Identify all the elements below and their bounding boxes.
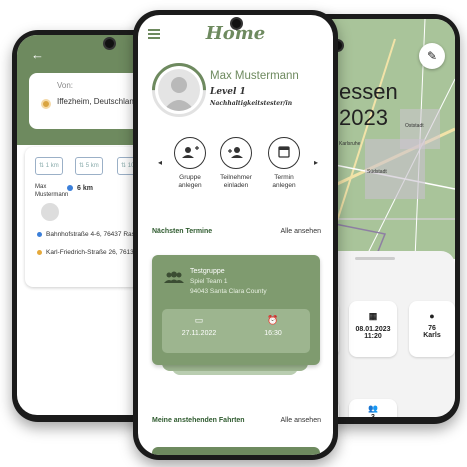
alarm-clock-icon: ⏰ <box>267 315 279 325</box>
appointment-card[interactable]: Testgruppe Spiel Team 1 94043 Santa Clar… <box>152 255 320 365</box>
filter-chip[interactable]: ⇅ 1 km <box>35 157 63 175</box>
avatar[interactable] <box>158 69 200 111</box>
next-appointments-heading: Nächsten Termine <box>152 228 213 235</box>
appointment-location: 94043 Santa Clara County <box>190 288 267 295</box>
filter-chip-label: 1 km <box>45 163 59 169</box>
filter-chip-label: 5 km <box>85 163 99 169</box>
see-all-appointments-link[interactable]: Alle ansehen <box>281 228 321 235</box>
map-label: Südstadt <box>367 169 387 175</box>
from-value: Iffezheim, Deutschland <box>57 97 139 106</box>
participants-tile: 👥 3 <box>349 399 397 417</box>
camera-icon <box>103 37 116 50</box>
action-label: Termin anlegen <box>272 174 296 189</box>
participant-count: 3 <box>349 414 397 417</box>
page-title: Home <box>205 23 266 44</box>
appointment-time: 16:30 <box>264 330 282 337</box>
distance-icon <box>67 185 73 191</box>
user-role: Nachhaltigkeitstester/in <box>210 100 293 107</box>
user-level: Level 1 <box>210 87 246 97</box>
sheet-handle[interactable] <box>355 257 395 260</box>
calendar-icon: ▭ <box>194 315 204 325</box>
map-label: Oststadt <box>405 123 424 129</box>
tile-date: 08.01.2023 11:20 <box>355 326 391 340</box>
pencil-icon: ✎ <box>426 49 438 63</box>
location-pin-icon <box>41 99 51 109</box>
middle-phone: Home Max Mustermann Level 1 Nachhaltigke… <box>133 10 338 460</box>
see-all-rides-link[interactable]: Alle ansehen <box>281 417 321 424</box>
user-name: Max Mustermann <box>210 70 299 82</box>
tile-location: 76 Karls <box>423 325 441 339</box>
filter-chip[interactable]: ⇅ 5 km <box>75 157 103 175</box>
sort-icon: ⇅ <box>39 163 46 169</box>
map-label: Karlsruhe <box>339 141 361 147</box>
appointment-date: 27.11.2022 <box>181 330 217 337</box>
location-pin-icon: ● <box>429 311 435 321</box>
rides-heading: Meine anstehenden Fahrten <box>152 417 245 424</box>
chevron-right-icon[interactable]: ▸ <box>314 158 318 167</box>
person-add-icon <box>220 137 252 169</box>
calendar-icon <box>268 137 300 169</box>
appointment-date-cell: ▭ 27.11.2022 <box>162 315 236 337</box>
start-dot-icon <box>37 231 42 237</box>
location-tile: ● 76 Karls <box>409 301 455 357</box>
appointment-datetime: ▭ 27.11.2022 ⏰ 16:30 <box>162 309 310 353</box>
group-add-icon <box>174 137 206 169</box>
driver-avatar <box>41 203 59 221</box>
address-start-text: Bahnhofstraße 4-6, 76437 Ras <box>46 231 135 238</box>
appointment-team: Spiel Team 1 <box>190 278 228 285</box>
back-arrow-icon[interactable]: ← <box>31 47 44 62</box>
create-appointment-button[interactable]: Termin anlegen <box>254 137 314 190</box>
edit-button[interactable]: ✎ <box>419 43 445 69</box>
group-icon: 👥 <box>368 404 378 413</box>
address-start: Bahnhofstraße 4-6, 76437 Ras <box>37 231 135 238</box>
end-dot-icon <box>37 249 42 255</box>
sort-icon: ⇅ <box>79 163 86 169</box>
group-icon <box>164 271 184 283</box>
map-title: essen 2023 <box>339 79 398 130</box>
calendar-icon: ▦ <box>368 311 378 321</box>
sort-icon: ⇅ <box>121 163 128 169</box>
date-tile: ▦ 08.01.2023 11:20 <box>349 301 397 357</box>
driver-name: Max Mustermann <box>35 184 69 198</box>
person-icon <box>163 77 195 111</box>
home-screen: Home Max Mustermann Level 1 Nachhaltigke… <box>138 15 333 455</box>
appointment-time-cell: ⏰ 16:30 <box>236 315 310 337</box>
appointment-group: Testgruppe <box>190 268 225 275</box>
from-label: Von: <box>57 81 74 90</box>
ride-card-peek <box>152 447 320 455</box>
distance-value: 6 km <box>77 185 93 192</box>
